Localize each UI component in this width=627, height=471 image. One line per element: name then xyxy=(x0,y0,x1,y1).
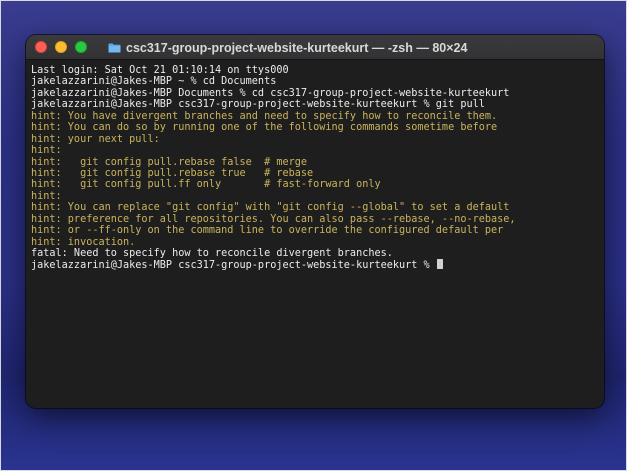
close-icon[interactable] xyxy=(35,41,47,53)
line-text: jakelazzarini@Jakes-MBP Documents % cd c… xyxy=(31,87,510,99)
hint-line: hint: git config pull.ff only # fast-for… xyxy=(31,179,599,190)
line-text: jakelazzarini@Jakes-MBP ~ % cd Documents xyxy=(31,76,277,88)
line-text: hint: You can replace "git config" with … xyxy=(31,202,510,214)
line-text: jakelazzarini@Jakes-MBP csc317-group-pro… xyxy=(31,99,485,111)
folder-icon xyxy=(108,43,121,53)
hint-line: hint: your next pull: xyxy=(31,134,599,145)
line-text: hint: You can do so by running one of th… xyxy=(31,122,498,134)
hint-line: hint: or --ff-only on the command line t… xyxy=(31,225,599,236)
line-text: hint: git config pull.rebase true # reba… xyxy=(31,167,314,179)
minimize-icon[interactable] xyxy=(55,41,67,53)
prompt-line: jakelazzarini@Jakes-MBP csc317-group-pro… xyxy=(31,259,599,272)
line-text: hint: your next pull: xyxy=(31,133,160,145)
hint-line: hint: You have divergent branches and ne… xyxy=(31,111,599,122)
line-text: hint: or --ff-only on the command line t… xyxy=(31,225,504,237)
zoom-icon[interactable] xyxy=(75,41,87,53)
line-text: hint: xyxy=(31,145,62,157)
terminal-window[interactable]: csc317-group-project-website-kurteekurt … xyxy=(26,35,604,408)
output-line: Last login: Sat Oct 21 01:10:14 on ttys0… xyxy=(31,65,599,76)
line-text: hint: git config pull.rebase false # mer… xyxy=(31,156,308,168)
title-bar[interactable]: csc317-group-project-website-kurteekurt … xyxy=(26,35,604,60)
line-text: hint: You have divergent branches and ne… xyxy=(31,110,498,122)
hint-line: hint: You can replace "git config" with … xyxy=(31,202,599,213)
line-text: hint: preference for all repositories. Y… xyxy=(31,213,516,225)
hint-line: hint: You can do so by running one of th… xyxy=(31,122,599,133)
output-line: jakelazzarini@Jakes-MBP ~ % cd Documents xyxy=(31,76,599,87)
line-text: Last login: Sat Oct 21 01:10:14 on ttys0… xyxy=(31,65,289,76)
window-title-group: csc317-group-project-website-kurteekurt … xyxy=(108,35,467,60)
line-text: hint: xyxy=(31,190,62,202)
output-line: jakelazzarini@Jakes-MBP csc317-group-pro… xyxy=(31,99,599,110)
hint-line: hint: xyxy=(31,191,599,202)
line-text: jakelazzarini@Jakes-MBP csc317-group-pro… xyxy=(31,260,436,272)
line-text: hint: git config pull.ff only # fast-for… xyxy=(31,179,381,191)
line-text: hint: invocation. xyxy=(31,236,136,248)
output-line: jakelazzarini@Jakes-MBP Documents % cd c… xyxy=(31,88,599,99)
terminal-output[interactable]: Last login: Sat Oct 21 01:10:14 on ttys0… xyxy=(31,65,599,271)
line-text: fatal: Need to specify how to reconcile … xyxy=(31,248,393,259)
hint-line: hint: preference for all repositories. Y… xyxy=(31,214,599,225)
text-cursor xyxy=(436,259,443,270)
hint-line: hint: git config pull.rebase true # reba… xyxy=(31,168,599,179)
hint-line: hint: xyxy=(31,145,599,156)
window-title: csc317-group-project-website-kurteekurt … xyxy=(126,40,468,55)
hint-line: hint: invocation. xyxy=(31,237,599,248)
output-line: fatal: Need to specify how to reconcile … xyxy=(31,248,599,259)
hint-line: hint: git config pull.rebase false # mer… xyxy=(31,157,599,168)
